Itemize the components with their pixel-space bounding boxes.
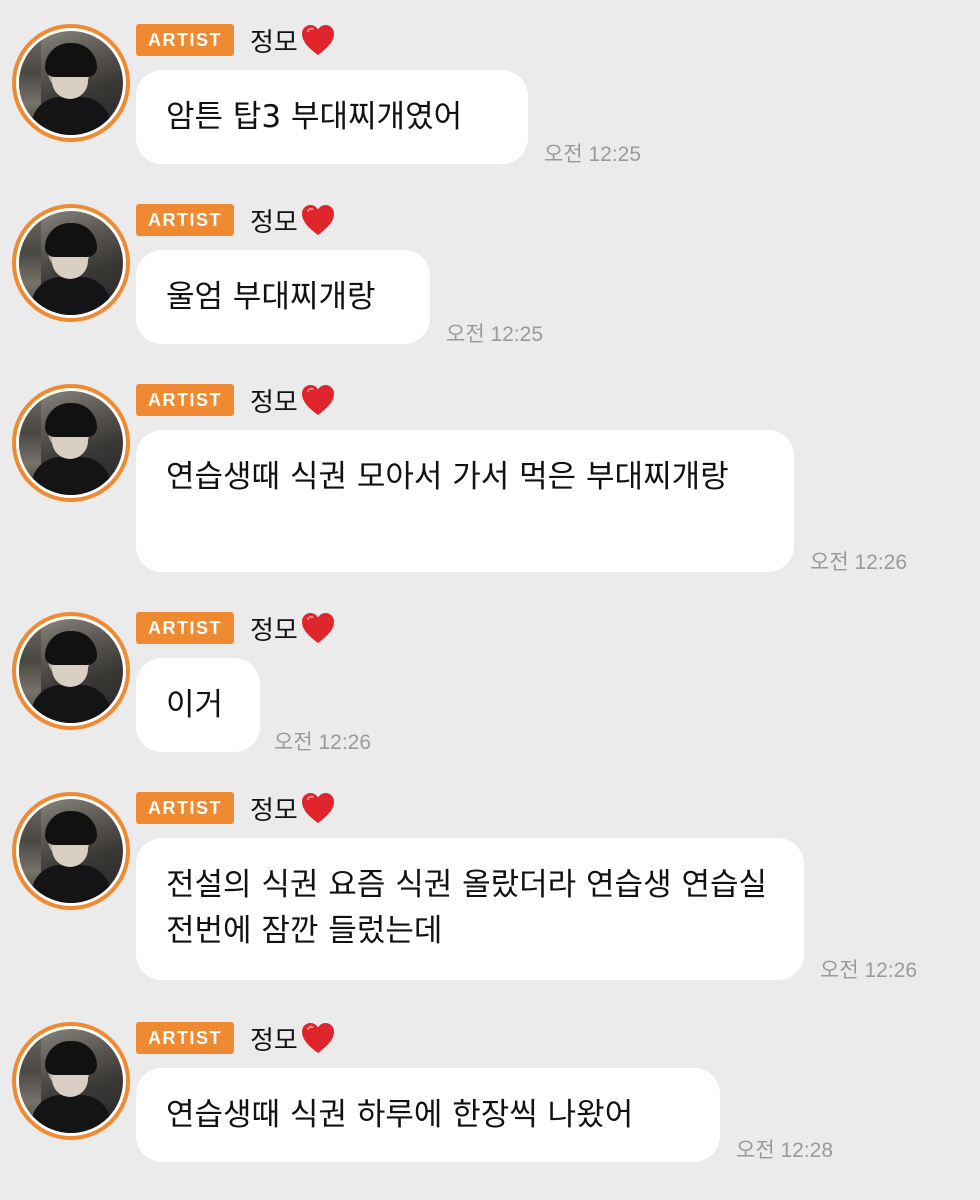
avatar[interactable] xyxy=(12,24,130,142)
sender-name: 정모 xyxy=(250,382,336,418)
sender-name-text: 정모 xyxy=(250,207,298,238)
heart-icon xyxy=(300,791,336,825)
sender-name-text: 정모 xyxy=(250,27,298,58)
sender-name-text: 정모 xyxy=(250,615,298,646)
artist-badge: ARTIST xyxy=(136,612,234,644)
message-timestamp: 오전 12:26 xyxy=(820,959,918,982)
avatar[interactable] xyxy=(12,1022,130,1140)
heart-icon xyxy=(300,23,336,57)
sender-name: 정모 xyxy=(250,790,336,826)
message-bubble[interactable]: 연습생때 식권 하루에 한장씩 나왔어 xyxy=(136,1068,720,1162)
avatar[interactable] xyxy=(12,612,130,730)
message-bubble[interactable]: 이거 xyxy=(136,658,260,752)
message-timestamp: 오전 12:25 xyxy=(446,323,544,346)
message-timestamp: 오전 12:26 xyxy=(810,551,908,574)
heart-icon xyxy=(300,1021,336,1055)
profile-photo xyxy=(19,31,123,135)
heart-icon xyxy=(300,611,336,645)
sender-name: 정모 xyxy=(250,22,336,58)
sender-name: 정모 xyxy=(250,1020,336,1056)
profile-photo xyxy=(19,211,123,315)
heart-icon xyxy=(300,383,336,417)
avatar[interactable] xyxy=(12,384,130,502)
message-bubble[interactable]: 울엄 부대찌개랑 xyxy=(136,250,430,344)
artist-badge: ARTIST xyxy=(136,1022,234,1054)
profile-photo xyxy=(19,391,123,495)
message-bubble[interactable]: 연습생때 식권 모아서 가서 먹은 부대찌개랑 xyxy=(136,430,794,572)
avatar[interactable] xyxy=(12,204,130,322)
profile-photo xyxy=(19,1029,123,1133)
artist-badge: ARTIST xyxy=(136,792,234,824)
sender-name: 정모 xyxy=(250,202,336,238)
message-bubble[interactable]: 전설의 식권 요즘 식권 올랐더라 연습생 연습실 전번에 잠깐 들렀는데 xyxy=(136,838,804,980)
sender-name-text: 정모 xyxy=(250,1025,298,1056)
message-timestamp: 오전 12:28 xyxy=(736,1139,834,1162)
message-timestamp: 오전 12:25 xyxy=(544,143,642,166)
artist-badge: ARTIST xyxy=(136,384,234,416)
artist-badge: ARTIST xyxy=(136,204,234,236)
artist-badge: ARTIST xyxy=(136,24,234,56)
profile-photo xyxy=(19,799,123,903)
sender-name-text: 정모 xyxy=(250,795,298,826)
message-timestamp: 오전 12:26 xyxy=(274,731,372,754)
sender-name: 정모 xyxy=(250,610,336,646)
avatar[interactable] xyxy=(12,792,130,910)
profile-photo xyxy=(19,619,123,723)
heart-icon xyxy=(300,203,336,237)
message-bubble[interactable]: 암튼 탑3 부대찌개였어 xyxy=(136,70,528,164)
sender-name-text: 정모 xyxy=(250,387,298,418)
